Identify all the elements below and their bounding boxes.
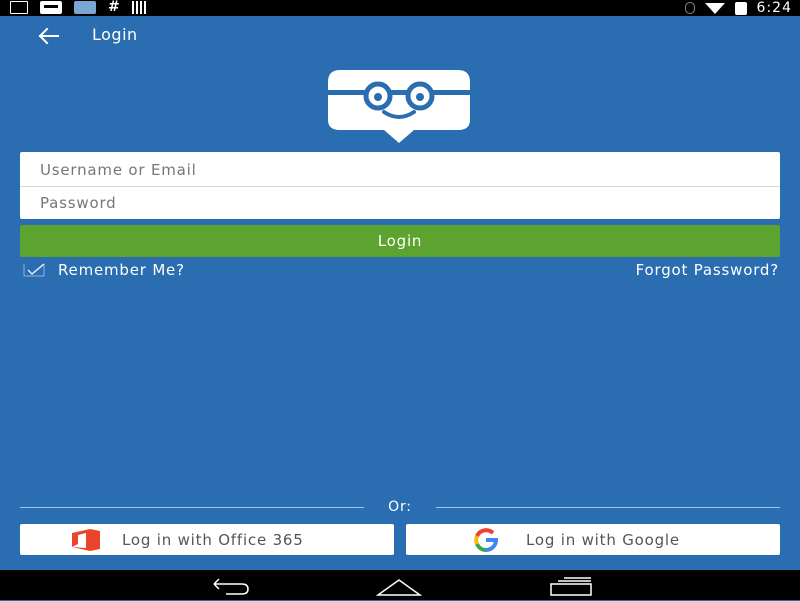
battery-charging-icon xyxy=(734,1,747,15)
status-bar: # 6:24 xyxy=(0,0,800,16)
recent-apps-icon xyxy=(550,577,592,596)
notification-icons: # xyxy=(10,0,148,15)
wifi-icon xyxy=(704,2,725,14)
google-login-button[interactable]: Log in with Google xyxy=(406,524,780,555)
page-title: Login xyxy=(92,25,138,44)
navigation-bar xyxy=(0,570,800,600)
app-bar: Login xyxy=(0,16,800,56)
nav-recent-apps-button[interactable] xyxy=(546,575,596,597)
login-button[interactable]: Login xyxy=(20,225,780,257)
login-form xyxy=(20,152,780,219)
clock: 6:24 xyxy=(756,0,792,16)
hash-icon: # xyxy=(108,0,120,15)
arrow-left-icon xyxy=(38,27,59,45)
back-icon xyxy=(213,578,249,595)
username-input[interactable] xyxy=(20,153,780,186)
download-icon xyxy=(10,1,28,14)
forgot-password-link[interactable]: Forgot Password? xyxy=(636,261,779,279)
home-icon xyxy=(375,579,423,596)
barcode-icon xyxy=(131,1,148,14)
remember-me-checkbox[interactable]: Remember Me? xyxy=(22,260,185,280)
nav-back-button[interactable] xyxy=(204,575,254,597)
bluetooth-icon xyxy=(684,2,695,14)
app-logo xyxy=(326,68,472,144)
mascot-logo-icon xyxy=(328,70,470,143)
back-button[interactable] xyxy=(34,22,62,50)
google-label: Log in with Google xyxy=(526,531,680,549)
divider-line xyxy=(436,507,780,508)
or-label: Or: xyxy=(388,499,412,515)
password-input[interactable] xyxy=(20,186,780,219)
system-icons: 6:24 xyxy=(684,0,792,16)
divider-line xyxy=(20,507,364,508)
nav-home-button[interactable] xyxy=(374,575,424,597)
remember-me-label: Remember Me? xyxy=(58,261,185,279)
office365-icon xyxy=(72,529,100,551)
office365-login-button[interactable]: Log in with Office 365 xyxy=(20,524,394,555)
office365-label: Log in with Office 365 xyxy=(122,531,304,549)
checkmark-icon xyxy=(23,263,45,277)
message-icon xyxy=(40,1,62,14)
google-icon xyxy=(474,528,499,552)
app-icon xyxy=(74,1,96,14)
